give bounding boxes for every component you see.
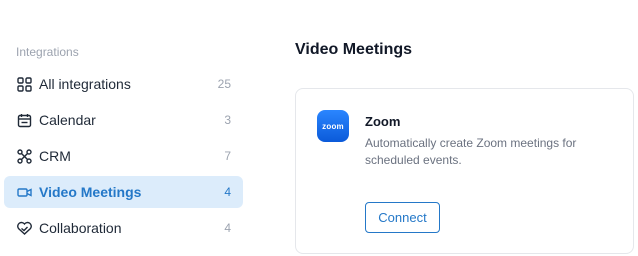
integration-description: Automatically create Zoom meetings for s… (365, 136, 577, 167)
sidebar-item-count: 4 (224, 185, 231, 199)
sidebar-item-video-meetings[interactable]: Video Meetings 4 (4, 176, 243, 208)
sidebar-item-count: 3 (224, 113, 231, 127)
sidebar-item-label: Collaboration (39, 220, 122, 236)
sidebar-item-count: 25 (217, 77, 231, 91)
calendar-icon (16, 112, 32, 128)
sidebar-item-label: Calendar (39, 112, 96, 128)
connect-button[interactable]: Connect (365, 202, 440, 233)
zoom-logo-icon: zoom (317, 110, 349, 142)
collaboration-icon (16, 220, 32, 236)
sidebar-item-label: Video Meetings (39, 184, 142, 200)
sidebar-item-all-integrations[interactable]: All integrations 25 (4, 68, 243, 100)
sidebar-heading: Integrations (16, 45, 79, 59)
video-icon (16, 184, 32, 200)
sidebar: Integrations All integrations 25 Calenda… (0, 0, 250, 256)
sidebar-item-calendar[interactable]: Calendar 3 (4, 104, 243, 136)
page-title: Video Meetings (295, 41, 413, 58)
sidebar-item-count: 7 (224, 149, 231, 163)
integration-card: zoom Zoom Automatically create Zoom meet… (295, 88, 634, 254)
sidebar-item-label: All integrations (39, 76, 131, 92)
grid-icon (16, 76, 32, 92)
integration-name: Zoom (365, 114, 401, 129)
sidebar-item-count: 4 (224, 221, 231, 235)
integrations-page: Integrations All integrations 25 Calenda… (0, 0, 638, 256)
sidebar-item-collaboration[interactable]: Collaboration 4 (4, 212, 243, 244)
sidebar-item-crm[interactable]: CRM 7 (4, 140, 243, 172)
sidebar-item-label: CRM (39, 148, 71, 164)
crm-icon (16, 148, 32, 164)
